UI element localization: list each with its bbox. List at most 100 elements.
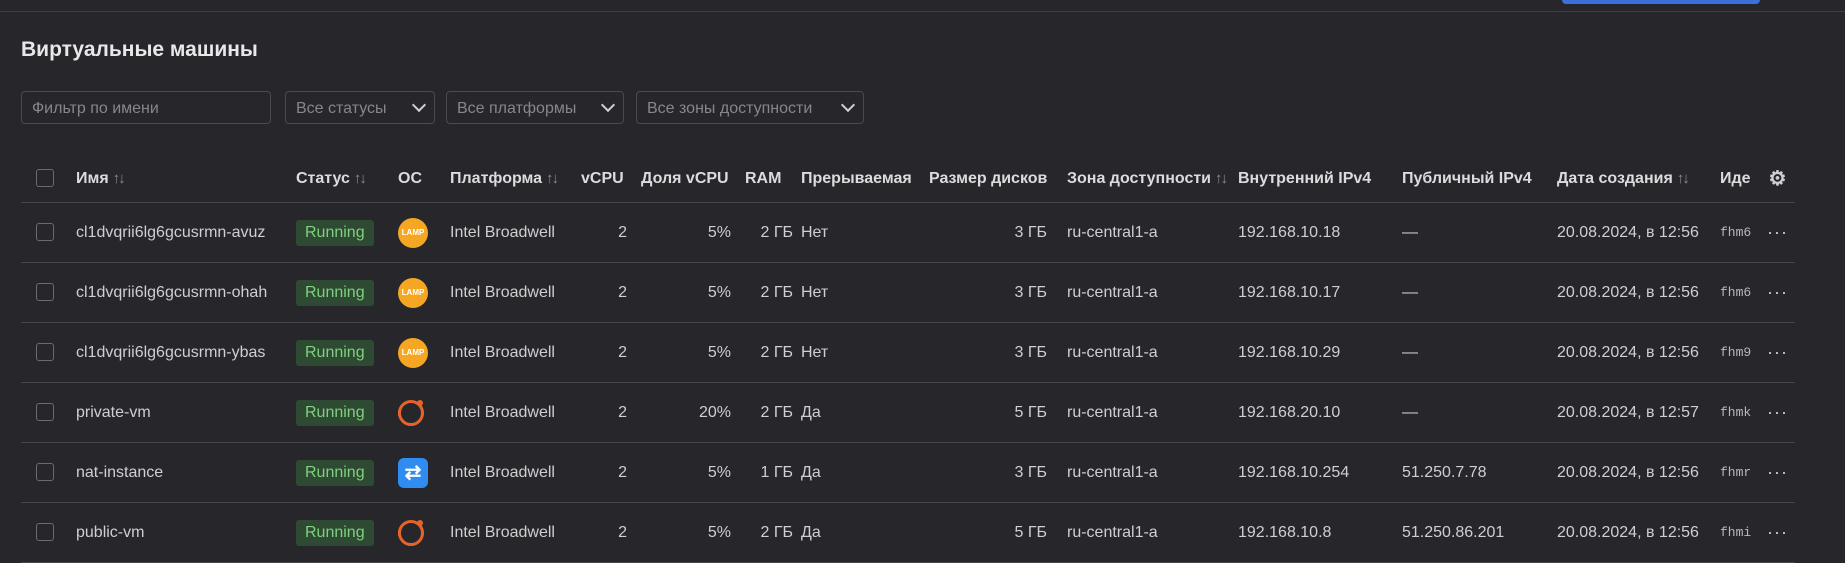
row-checkbox[interactable] xyxy=(36,523,54,542)
vm-public-ip: 51.250.86.201 xyxy=(1402,502,1557,563)
table-row[interactable]: private-vm Running Intel Broadwell 2 20% 2 ГБ… xyxy=(21,382,1795,443)
row-checkbox[interactable] xyxy=(36,463,54,482)
sort-icon: ↑↓ xyxy=(112,169,126,187)
zone-filter-select[interactable]: Все зоны доступности xyxy=(636,91,864,124)
platform-filter-value: Все платформы xyxy=(457,100,577,117)
vm-name[interactable]: cl1dvqrii6lg6gcusrmn-ybas xyxy=(76,322,296,383)
row-checkbox[interactable] xyxy=(36,283,54,302)
col-id: Иде xyxy=(1720,155,1760,203)
col-platform[interactable]: Платформа ↑↓ xyxy=(450,155,581,203)
vm-public-ip: — xyxy=(1402,382,1557,443)
col-name[interactable]: Имя ↑↓ xyxy=(76,155,296,203)
more-icon[interactable]: ··· xyxy=(1760,382,1795,443)
vm-platform: Intel Broadwell xyxy=(450,262,581,323)
chevron-down-icon xyxy=(411,97,427,113)
create-vm-button[interactable] xyxy=(1562,0,1760,4)
vm-created: 20.08.2024, в 12:57 xyxy=(1557,382,1720,443)
more-icon[interactable]: ··· xyxy=(1760,262,1795,323)
row-checkbox[interactable] xyxy=(36,343,54,362)
vm-platform: Intel Broadwell xyxy=(450,202,581,263)
vm-preemptible: Нет xyxy=(801,262,929,323)
vm-preemptible: Нет xyxy=(801,322,929,383)
vm-vcpu: 2 xyxy=(581,502,641,563)
vm-public-ip: — xyxy=(1402,262,1557,323)
table-row[interactable]: public-vm Running Intel Broadwell 2 5% 2 ГБ Да… xyxy=(21,502,1795,563)
more-icon[interactable]: ··· xyxy=(1760,322,1795,383)
ubuntu-icon xyxy=(398,519,424,546)
vm-public-ip: — xyxy=(1402,202,1557,263)
vm-name[interactable]: cl1dvqrii6lg6gcusrmn-avuz xyxy=(76,202,296,263)
col-public-ip: Публичный IPv4 xyxy=(1402,155,1557,203)
table-row[interactable]: cl1dvqrii6lg6gcusrmn-ohah Running LAMP Inte… xyxy=(21,262,1795,323)
table-header: Имя ↑↓ Статус ↑↓ ОС Платформа ↑↓ vCPU Доля … xyxy=(21,155,1795,203)
vm-created: 20.08.2024, в 12:56 xyxy=(1557,202,1720,263)
vm-preemptible: Да xyxy=(801,382,929,443)
vm-zone: ru-central1-a xyxy=(1057,442,1238,503)
vm-name[interactable]: private-vm xyxy=(76,382,296,443)
vm-ram: 1 ГБ xyxy=(745,442,801,503)
col-status[interactable]: Статус ↑↓ xyxy=(296,155,398,203)
vm-internal-ip: 192.168.10.8 xyxy=(1238,502,1402,563)
vm-vcpu: 2 xyxy=(581,382,641,443)
nat-icon: ⇄ xyxy=(398,457,428,488)
vm-platform: Intel Broadwell xyxy=(450,442,581,503)
table-row[interactable]: cl1dvqrii6lg6gcusrmn-ybas Running LAMP Inte… xyxy=(21,322,1795,383)
col-vcpu-share: Доля vCPU xyxy=(641,155,745,203)
sort-icon: ↑↓ xyxy=(546,169,559,187)
vm-id: fhmk xyxy=(1720,382,1760,443)
status-filter-value: Все статусы xyxy=(296,100,387,117)
chevron-down-icon xyxy=(600,97,616,113)
chevron-down-icon xyxy=(840,97,856,113)
vm-table: Имя ↑↓ Статус ↑↓ ОС Платформа ↑↓ vCPU Доля … xyxy=(21,155,1795,563)
row-checkbox[interactable] xyxy=(36,223,54,242)
vm-zone: ru-central1-a xyxy=(1057,202,1238,263)
col-ram: RAM xyxy=(745,155,801,203)
vm-zone: ru-central1-a xyxy=(1057,322,1238,383)
status-badge: Running xyxy=(296,459,374,486)
vm-internal-ip: 192.168.10.254 xyxy=(1238,442,1402,503)
vm-name[interactable]: cl1dvqrii6lg6gcusrmn-ohah xyxy=(76,262,296,323)
vm-name[interactable]: nat-instance xyxy=(76,442,296,503)
status-filter-select[interactable]: Все статусы xyxy=(285,91,435,124)
vm-vcpu-share: 5% xyxy=(641,502,745,563)
col-zone[interactable]: Зона доступности ↑↓ xyxy=(1057,155,1238,203)
table-row[interactable]: nat-instance Running ⇄ Intel Broadwell 2 5% 1 … xyxy=(21,442,1795,503)
vm-disk-size: 5 ГБ xyxy=(929,382,1057,443)
vm-preemptible: Да xyxy=(801,502,929,563)
vm-vcpu-share: 5% xyxy=(641,262,745,323)
zone-filter-value: Все зоны доступности xyxy=(647,100,813,117)
vm-zone: ru-central1-a xyxy=(1057,502,1238,563)
platform-filter-select[interactable]: Все платформы xyxy=(446,91,624,124)
gear-icon[interactable]: ⚙ xyxy=(1760,155,1795,203)
vm-created: 20.08.2024, в 12:56 xyxy=(1557,442,1720,503)
col-disk-size: Размер дисков xyxy=(929,155,1057,203)
vm-id: fhm9 xyxy=(1720,322,1760,383)
status-badge: Running xyxy=(296,279,374,306)
col-created[interactable]: Дата создания ↑↓ xyxy=(1557,155,1720,203)
vm-vcpu: 2 xyxy=(581,322,641,383)
sort-icon: ↑↓ xyxy=(353,169,367,187)
vm-id: fhmr xyxy=(1720,442,1760,503)
vm-vcpu-share: 5% xyxy=(641,442,745,503)
col-preemptible: Прерываемая xyxy=(801,155,929,203)
more-icon[interactable]: ··· xyxy=(1760,202,1795,263)
more-icon[interactable]: ··· xyxy=(1760,502,1795,563)
status-badge: Running xyxy=(296,399,374,426)
select-all-checkbox[interactable] xyxy=(36,169,54,188)
status-badge: Running xyxy=(296,519,374,546)
vm-ram: 2 ГБ xyxy=(745,262,801,323)
sort-icon: ↑↓ xyxy=(1676,169,1690,187)
vm-vcpu-share: 20% xyxy=(641,382,745,443)
more-icon[interactable]: ··· xyxy=(1760,442,1795,503)
row-checkbox[interactable] xyxy=(36,403,54,422)
table-row[interactable]: cl1dvqrii6lg6gcusrmn-avuz Running LAMP Inte… xyxy=(21,202,1795,263)
ubuntu-icon xyxy=(398,399,424,426)
vm-platform: Intel Broadwell xyxy=(450,502,581,563)
vm-public-ip: 51.250.7.78 xyxy=(1402,442,1557,503)
vm-name[interactable]: public-vm xyxy=(76,502,296,563)
name-filter-placeholder: Фильтр по имени xyxy=(32,100,159,117)
vm-ram: 2 ГБ xyxy=(745,382,801,443)
col-vcpu: vCPU xyxy=(581,155,641,203)
name-filter-input[interactable]: Фильтр по имени xyxy=(21,91,271,124)
vm-internal-ip: 192.168.20.10 xyxy=(1238,382,1402,443)
